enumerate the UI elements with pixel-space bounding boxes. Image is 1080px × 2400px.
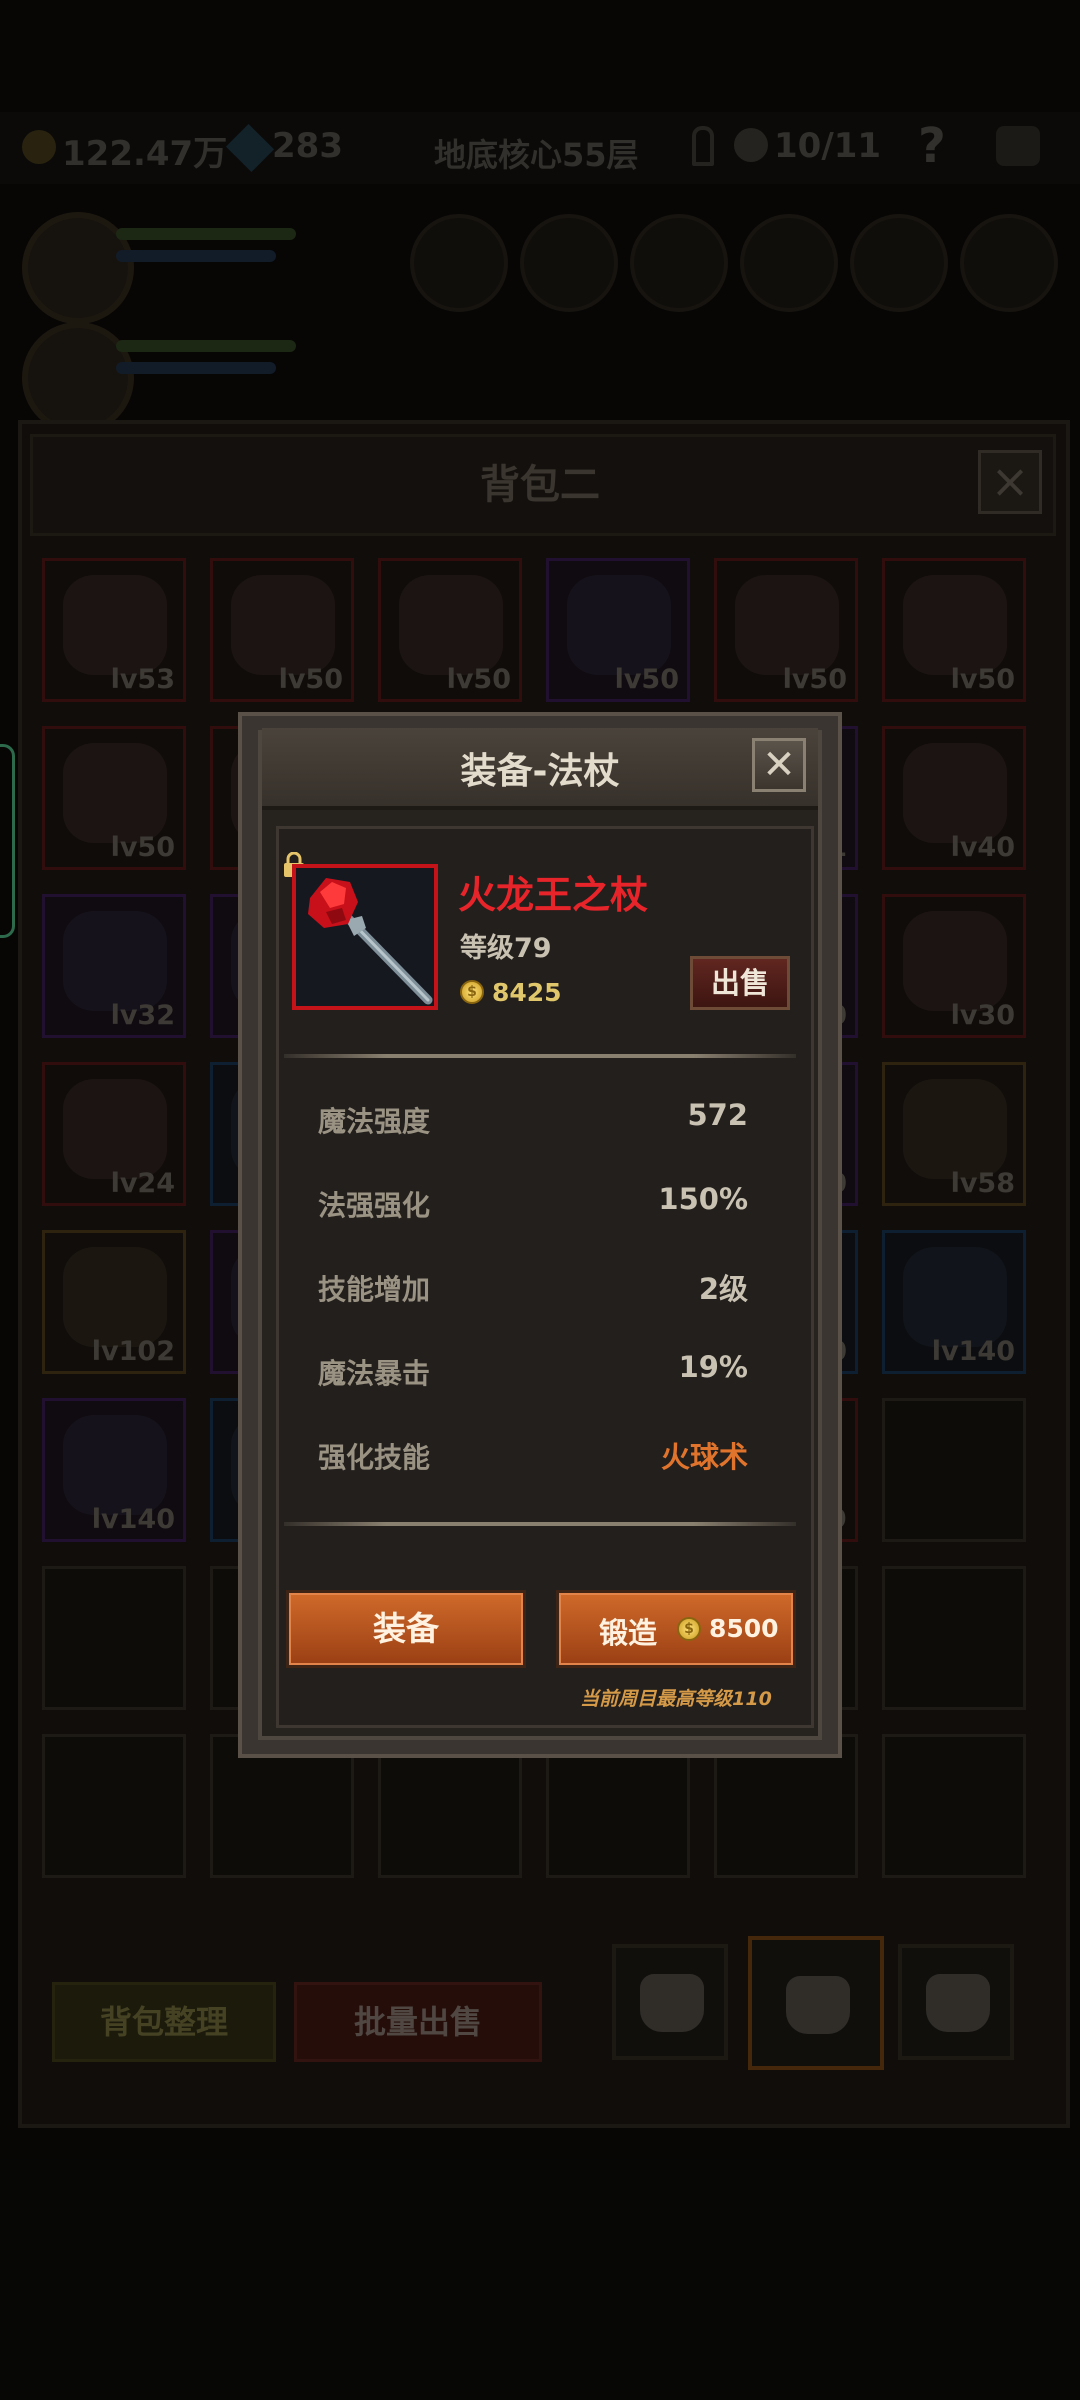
item-name: 火龙王之杖 <box>458 873 649 917</box>
stat-label: 技能增加 <box>318 1273 431 1306</box>
stat-label: 魔法强度 <box>318 1105 431 1138</box>
forge-level-note: 当前周目最高等级110 <box>580 1688 772 1710</box>
gold-coin-icon: $ <box>460 980 484 1004</box>
stat-label: 魔法暴击 <box>318 1357 431 1390</box>
divider <box>284 1522 796 1526</box>
stat-value: 150% <box>658 1182 748 1216</box>
gold-coin-icon: $ <box>677 1617 701 1641</box>
item-sell-price: 8425 <box>492 978 562 1007</box>
dialog-title: 装备-法杖 <box>460 751 620 792</box>
equip-button[interactable]: 装备 <box>286 1590 526 1668</box>
forge-button[interactable]: 锻造 $ 8500 <box>556 1590 796 1668</box>
staff-icon <box>308 878 433 1005</box>
stat-value: 2级 <box>698 1272 748 1306</box>
stat-value: 572 <box>687 1098 748 1132</box>
stat-label: 法强强化 <box>318 1189 431 1222</box>
forge-cost: 8500 <box>709 1614 779 1643</box>
divider <box>284 1054 796 1058</box>
stat-value: 19% <box>678 1350 748 1384</box>
sell-button[interactable]: 出售 <box>690 956 790 1010</box>
close-icon[interactable]: ✕ <box>752 738 806 792</box>
enhanced-skill-value: 火球术 <box>660 1440 748 1474</box>
stat-label: 强化技能 <box>318 1441 431 1474</box>
item-image <box>292 864 438 1010</box>
item-level: 等级79 <box>460 933 552 964</box>
side-drawer-handle[interactable] <box>0 744 15 938</box>
forge-label: 锻造 <box>599 1616 658 1650</box>
